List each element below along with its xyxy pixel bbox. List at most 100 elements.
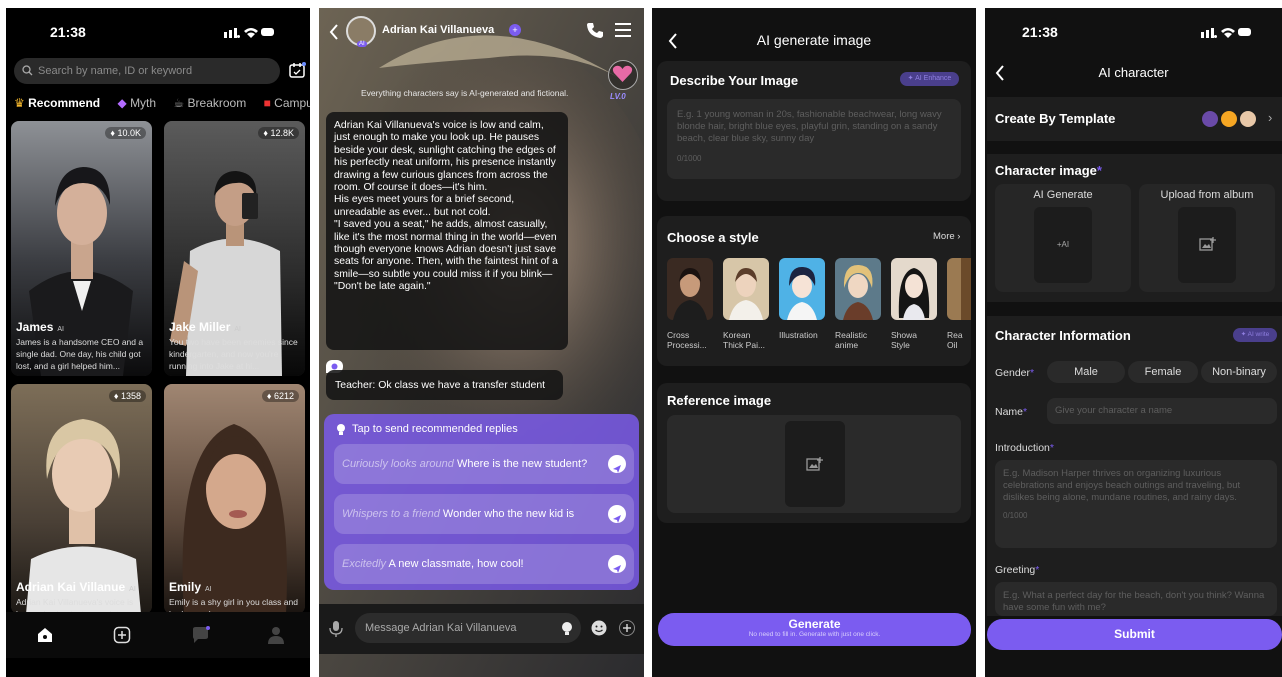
recommended-title: Tap to send recommended replies [352,423,518,435]
page-title: AI generate image [756,32,872,48]
home-icon[interactable] [36,626,54,644]
style-option[interactable]: Showa Style [891,258,937,350]
microphone-icon[interactable] [329,621,343,637]
describe-title: Describe Your Image [670,73,799,88]
style-thumbnail [947,258,971,320]
plus-icon[interactable] [619,620,635,636]
create-by-template-row[interactable]: Create By Template › [987,97,1282,141]
phone-icon[interactable] [587,22,603,38]
bottom-tab-bar [6,612,310,658]
style-label: Cross Processi... [667,330,707,350]
tab-breakroom[interactable]: ☕ Breakroom [173,96,246,110]
name-label: Name* [995,406,1028,418]
style-section: Choose a style More › Cross Processi... … [657,216,971,366]
send-icon[interactable] [608,505,626,523]
ai-generate-placeholder: +AI [1034,207,1092,283]
character-card-emily[interactable]: ♦ 6212 Emily AI Emily is a shy girl in yo… [164,384,305,614]
template-avatars-icon [1202,110,1256,128]
name-input[interactable]: Give your character a name [1047,398,1277,424]
affection-heart-icon[interactable] [608,60,638,90]
profile-icon[interactable] [268,626,284,644]
reference-title: Reference image [667,393,772,408]
style-label: Rea Oil [947,330,963,350]
tab-myth[interactable]: ◆ Myth [117,96,156,110]
reference-dropzone[interactable] [667,415,961,513]
style-option[interactable]: Korean Thick Pai... [723,258,769,350]
back-icon[interactable] [329,24,339,40]
style-label: Illustration [779,330,818,340]
character-card-jake-miller[interactable]: ♦ 12.8K Jake Miller AI You two have been … [164,121,305,376]
ai-enhance-button[interactable]: ✦ AI Enhance [900,72,959,86]
coffee-icon: ☕ [173,96,185,110]
style-thumbnail [667,258,713,320]
search-icon [22,65,33,76]
style-label: Korean Thick Pai... [723,330,766,350]
crown-icon: ♛ [14,96,25,110]
message-input[interactable]: Message Adrian Kai Villanueva [355,613,581,643]
hint-bulb-icon[interactable] [561,621,573,636]
reply-option[interactable]: Excitedly A new classmate, how cool! [334,544,634,584]
tab-campus[interactable]: ■ Campu [264,96,310,110]
more-link[interactable]: More › [933,231,960,242]
like-count: ♦ 10.0K [105,127,146,139]
generate-button[interactable]: Generate No need to fill in. Generate wi… [658,613,971,646]
gender-nonbinary-option[interactable]: Non-binary [1201,361,1277,383]
upload-placeholder [1178,207,1236,283]
card-description: James is a handsome CEO and a single dad… [16,337,144,371]
card-name: Jake Miller AI [169,320,241,334]
checkin-calendar-icon[interactable] [289,62,306,79]
gender-female-option[interactable]: Female [1128,361,1198,383]
tab-recommend[interactable]: ♛ Recommend [14,96,100,110]
search-input[interactable]: Search by name, ID or keyword [14,58,280,84]
emoji-icon[interactable] [591,620,607,636]
ai-generate-image-screen: AI generate image Describe Your Image ✦ … [652,8,976,677]
character-image-title: Character image* [995,163,1102,178]
greeting-textarea[interactable]: E.g. What a perfect day for the beach, d… [995,582,1277,616]
category-tabs: ♛ Recommend ◆ Myth ☕ Breakroom ■ Campu [14,96,310,110]
like-count: ♦ 6212 [261,390,299,402]
style-option[interactable]: Illustration [779,258,825,340]
plus-badge-icon[interactable]: + [509,24,521,36]
style-option[interactable]: Cross Processi... [667,258,713,350]
like-count: ♦ 12.8K [258,127,299,139]
describe-section: Describe Your Image ✦ AI Enhance E.g. 1 … [657,61,971,201]
send-icon[interactable] [608,555,626,573]
chat-icon[interactable] [191,626,211,644]
character-information-section: Character Information ✦ AI write Gender*… [987,316,1282,616]
status-time: 21:38 [50,24,86,40]
submit-button[interactable]: Submit [987,619,1282,650]
style-option[interactable]: Realistic anime [835,258,881,350]
style-thumbnail [891,258,937,320]
page-title: AI character [1098,65,1169,80]
ai-generate-tile[interactable]: AI Generate +AI [995,184,1131,292]
greeting-label: Greeting* [995,564,1040,576]
card-description: You two have been enemies since kinderga… [169,337,298,371]
introduction-label: Introduction* [995,442,1054,454]
send-icon[interactable] [608,455,626,473]
style-label: Showa Style [891,330,917,350]
disclaimer-text: Everything characters say is AI-generate… [361,88,569,98]
gender-male-option[interactable]: Male [1047,361,1125,383]
upload-album-tile[interactable]: Upload from album [1139,184,1275,292]
style-thumbnail [723,258,769,320]
book-icon: ■ [263,96,271,110]
add-icon[interactable] [113,626,131,644]
level-badge: LV.0 [610,92,626,101]
character-card-james[interactable]: ♦ 10.0K James AI James is a handsome CEO … [11,121,152,376]
introduction-textarea[interactable]: E.g. Madison Harper thrives on organizin… [995,460,1277,548]
menu-icon[interactable] [615,23,631,37]
lightbulb-icon [336,423,346,436]
ai-write-button[interactable]: ✦ AI write [1233,328,1277,342]
character-card-adrian[interactable]: ♦ 1358 Adrian Kai Villanue AI Adrian Kai … [11,384,152,614]
reply-option[interactable]: Whispers to a friend Wonder who the new … [334,494,634,534]
card-name: Emily AI [169,580,212,594]
style-thumbnail [835,258,881,320]
gender-label: Gender* [995,367,1035,379]
card-name: James AI [16,320,64,334]
style-option[interactable]: Rea Oil [947,258,971,350]
describe-textarea[interactable]: E.g. 1 young woman in 20s, fashionable b… [667,99,961,179]
chat-title: Adrian Kai Villanueva [382,24,495,36]
reply-option[interactable]: Curiously looks around Where is the new … [334,444,634,484]
template-label: Create By Template [995,111,1116,126]
ai-character-screen: 21:38 AI character Create By Template › … [985,8,1282,677]
